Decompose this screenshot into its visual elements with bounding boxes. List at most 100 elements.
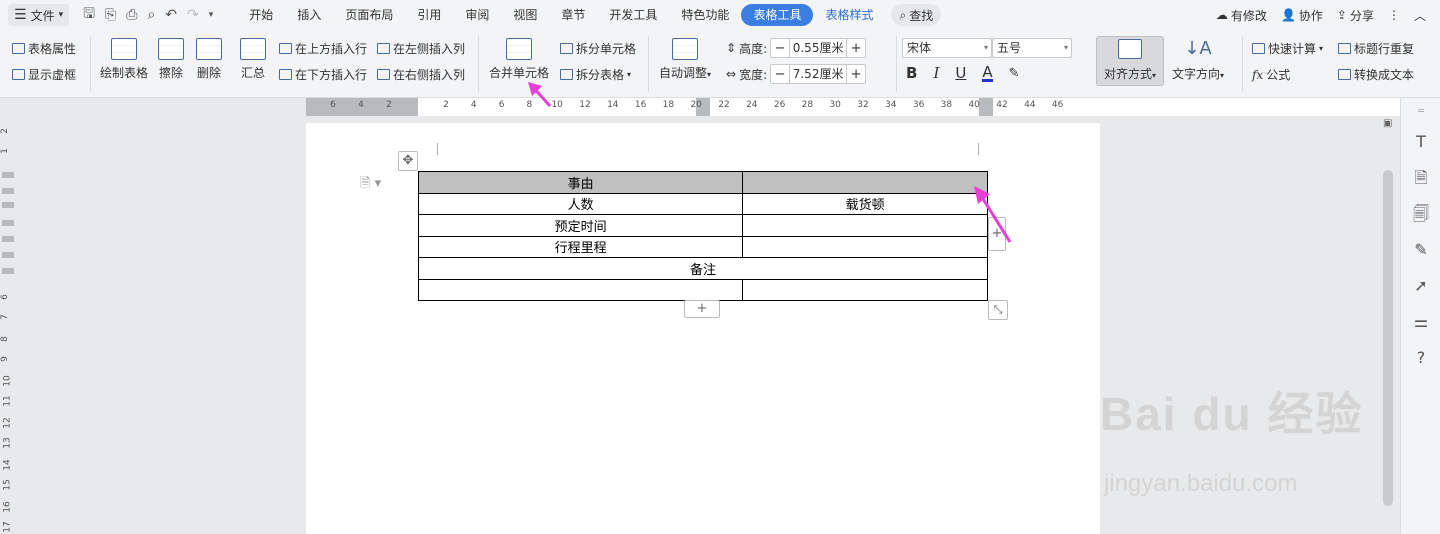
text-direction-label: 文字方向: [1172, 67, 1221, 81]
tab-view[interactable]: 视图: [501, 4, 549, 26]
summary-button[interactable]: 汇总: [240, 38, 266, 81]
collapse-ribbon-icon[interactable]: ︿: [1414, 7, 1426, 24]
auto-fit-button[interactable]: 自动调整▾: [659, 38, 711, 81]
tab-developer[interactable]: 开发工具: [597, 4, 669, 26]
has-changes-button[interactable]: ☁ 有修改: [1216, 7, 1267, 24]
export-icon[interactable]: ⎘: [105, 7, 116, 23]
table-cell[interactable]: [742, 171, 988, 194]
font-size-select[interactable]: 五号 ▾: [992, 38, 1072, 58]
width-decrease-button[interactable]: −: [771, 67, 789, 82]
split-table-button[interactable]: 拆分表格 ▾: [560, 66, 631, 83]
tab-table-style[interactable]: 表格样式: [813, 4, 885, 26]
help-icon[interactable]: ?: [1411, 348, 1431, 368]
show-gridlines-button[interactable]: 显示虚框: [12, 66, 76, 83]
print-icon[interactable]: ⎙: [126, 7, 137, 23]
text-direction-button[interactable]: ↓A 文字方向▾: [1172, 38, 1224, 82]
undo-icon[interactable]: ↶: [165, 7, 177, 23]
insert-left-button[interactable]: 在左侧插入列: [377, 40, 465, 57]
chevron-down-icon: ▾: [58, 10, 64, 20]
table-row: 预定时间: [417, 214, 988, 237]
table-cell-merged[interactable]: 备注: [418, 257, 988, 280]
share-label: 分享: [1349, 8, 1374, 23]
text-style-icon[interactable]: T: [1411, 132, 1431, 152]
draw-table-button[interactable]: 绘制表格: [100, 38, 148, 81]
table-cell[interactable]: 事由: [417, 171, 744, 194]
print-preview-icon[interactable]: ⌕: [147, 7, 155, 23]
quick-calc-button[interactable]: 快速计算 ▾: [1252, 40, 1323, 57]
split-cells-button[interactable]: 拆分单元格: [560, 40, 636, 57]
add-row-button[interactable]: +: [684, 300, 720, 318]
width-input[interactable]: 7.52厘米: [789, 65, 848, 83]
insert-above-button[interactable]: 在上方插入行: [279, 40, 367, 57]
delete-button[interactable]: 删除: [196, 38, 222, 81]
redo-icon[interactable]: ↷: [187, 7, 199, 23]
vertical-ruler[interactable]: 2 1 6 7 8 9 10 11 12 13 14 15 16 17: [0, 116, 16, 534]
table-cell[interactable]: [742, 235, 988, 258]
insert-right-button[interactable]: 在右侧插入列: [377, 66, 465, 83]
document-check-icon[interactable]: 🗎: [1411, 168, 1431, 188]
underline-button[interactable]: U: [955, 64, 966, 82]
table-cell[interactable]: 预定时间: [417, 214, 744, 237]
height-input[interactable]: 0.55厘米: [789, 39, 848, 57]
cursor-icon[interactable]: ➚: [1411, 276, 1431, 296]
table-cell[interactable]: [417, 278, 744, 301]
insert-below-label: 在下方插入行: [295, 68, 368, 82]
table-cell[interactable]: [742, 278, 988, 301]
table-cell[interactable]: 行程里程: [417, 235, 744, 258]
font-name-select[interactable]: 宋体 ▾: [902, 38, 992, 58]
tab-review[interactable]: 审阅: [453, 4, 501, 26]
scrollbar-thumb[interactable]: [1383, 170, 1393, 506]
align-button[interactable]: 对齐方式▾: [1096, 36, 1164, 86]
table-cell[interactable]: 人数: [417, 192, 744, 215]
pen-icon[interactable]: ✎: [1411, 240, 1431, 260]
show-gridlines-label: 显示虚框: [28, 68, 77, 82]
more-icon[interactable]: ⋮: [1388, 8, 1400, 22]
tab-references[interactable]: 引用: [405, 4, 453, 26]
save-icon[interactable]: 🖫: [83, 3, 95, 27]
ruler-tick: 32: [857, 100, 869, 110]
file-menu-button[interactable]: ☰ 文件 ▾: [8, 4, 70, 26]
tab-insert[interactable]: 插入: [285, 4, 333, 26]
highlight-icon[interactable]: ✎: [1009, 66, 1020, 81]
bold-button[interactable]: B: [906, 64, 917, 82]
ruler-tick: 12: [579, 100, 591, 110]
document-settings-icon[interactable]: 🗐: [1411, 204, 1431, 224]
table-resize-handle[interactable]: ⤡: [988, 300, 1008, 320]
customize-icon[interactable]: ▾: [209, 10, 214, 20]
tab-page-layout[interactable]: 页面布局: [333, 4, 405, 26]
height-increase-button[interactable]: +: [847, 41, 865, 56]
annotation-arrow: [528, 82, 552, 108]
ruler-column-marker[interactable]: [979, 98, 993, 116]
width-increase-button[interactable]: +: [847, 67, 865, 82]
to-text-button[interactable]: 转换成文本: [1338, 66, 1414, 83]
table-cell[interactable]: [742, 214, 988, 237]
erase-button[interactable]: 擦除: [158, 38, 184, 81]
merge-cells-button[interactable]: 合并单元格: [489, 38, 549, 81]
table-cell[interactable]: 载货顿: [742, 192, 988, 215]
scroll-top-icon[interactable]: ▣: [1383, 118, 1392, 129]
tab-chapter[interactable]: 章节: [549, 4, 597, 26]
tab-home[interactable]: 开始: [237, 4, 285, 26]
search-button[interactable]: ⌕ 查找: [891, 4, 942, 26]
document-table[interactable]: 事由 人数 载货顿 预定时间 行程里程 备注: [417, 171, 988, 301]
insert-below-button[interactable]: 在下方插入行: [279, 66, 367, 83]
font-color-button[interactable]: A: [982, 64, 993, 82]
text-direction-icon: ↓A: [1184, 38, 1212, 59]
tab-table-tools[interactable]: 表格工具: [741, 4, 814, 26]
tab-features[interactable]: 特色功能: [669, 4, 741, 26]
ruler-tick: 14: [607, 100, 619, 110]
repeat-header-button[interactable]: 标题行重复: [1338, 40, 1414, 57]
table-props-button[interactable]: 表格属性: [12, 40, 76, 57]
italic-button[interactable]: I: [933, 64, 939, 82]
paragraph-options-icon[interactable]: 🗎 ▾: [360, 174, 381, 196]
horizontal-ruler[interactable]: 6 4 2 2 4 6 8 10 12 14 16 18 20 22 24 26 28 30 32 34 36 38 40 4…: [0, 98, 1440, 116]
height-decrease-button[interactable]: −: [771, 41, 789, 56]
share-button[interactable]: ⇪ 分享: [1337, 7, 1374, 24]
sliders-icon[interactable]: ⚌: [1411, 312, 1431, 332]
formula-button[interactable]: fx 公式: [1252, 66, 1290, 83]
insert-col-left-icon: [377, 43, 390, 54]
vruler-tick: 15: [2, 479, 13, 491]
collab-button[interactable]: 👤 协作: [1281, 7, 1323, 24]
table-move-handle[interactable]: ✥: [398, 151, 418, 171]
table-row: 事由: [417, 171, 988, 194]
